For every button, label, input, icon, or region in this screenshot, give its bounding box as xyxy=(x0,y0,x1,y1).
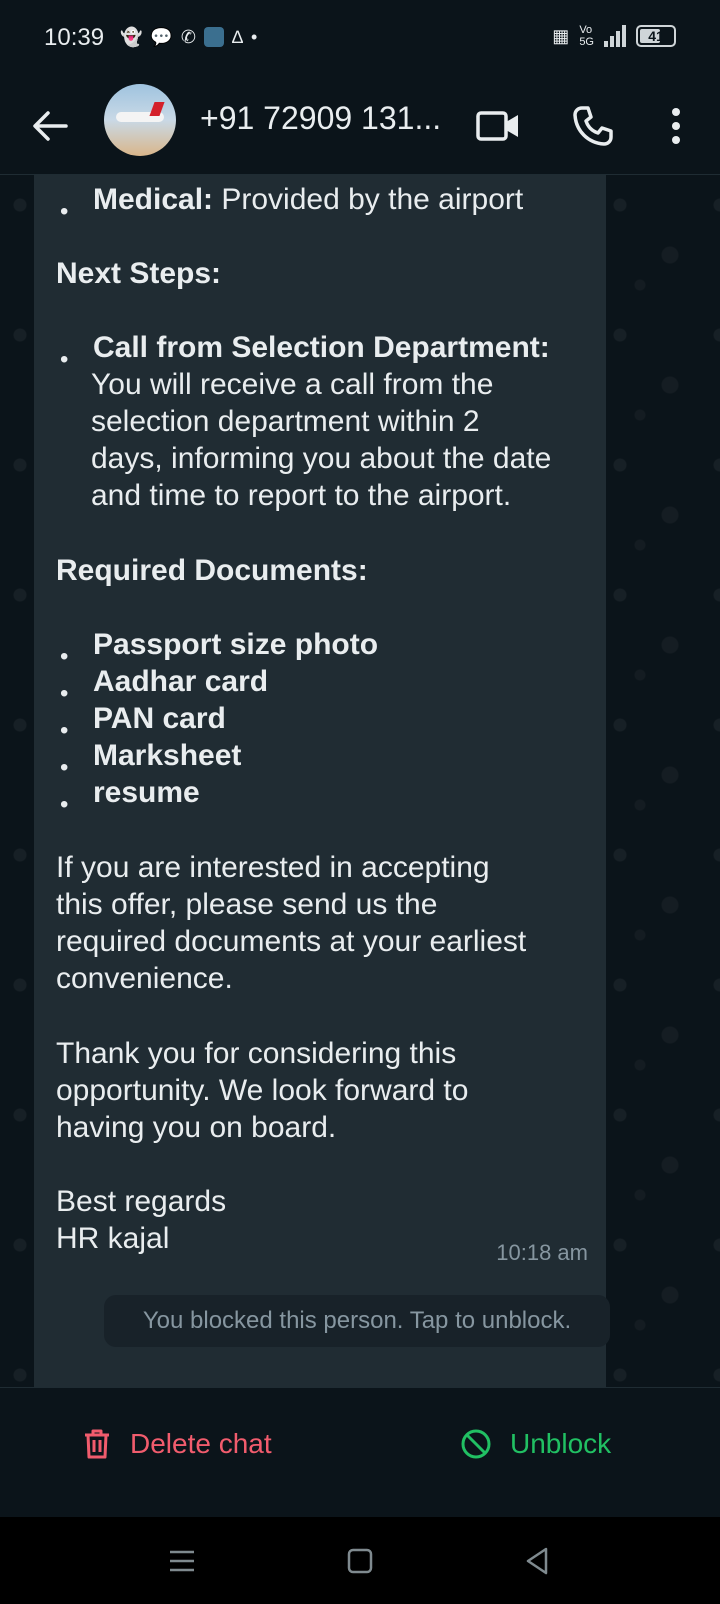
status-bar: 10:39 👻 💬 ✆ ∆ • ▦ Vo 5G 41 xyxy=(0,0,720,80)
block-icon xyxy=(461,1429,491,1459)
vibrate-icon: ▦ xyxy=(552,25,570,46)
list-item: Medical: Provided by the airport xyxy=(93,183,524,216)
unblock-button[interactable]: Unblock xyxy=(460,1428,611,1460)
contact-name[interactable]: +91 72909 131... xyxy=(200,100,441,137)
status-right: ▦ Vo 5G 41 xyxy=(552,24,676,48)
list-item: Passport size photo xyxy=(93,628,379,661)
whatsapp-icon: ✆ xyxy=(180,27,196,47)
volte-label: Vo 5G xyxy=(579,24,594,48)
text-line: opportunity. We look forward to xyxy=(56,1074,469,1107)
list-item: PAN card xyxy=(93,702,226,735)
trash-icon xyxy=(85,1429,109,1459)
back-arrow-icon[interactable] xyxy=(28,104,72,148)
signal-app-icon: ∆ xyxy=(231,27,243,47)
section-heading: Next Steps: xyxy=(56,257,222,290)
delete-chat-button[interactable]: Delete chat xyxy=(82,1428,272,1460)
dot-icon: • xyxy=(250,27,258,47)
blocked-notice[interactable]: You blocked this person. Tap to unblock. xyxy=(104,1295,610,1347)
avatar[interactable] xyxy=(104,84,176,156)
text-line: HR kajal xyxy=(56,1222,170,1255)
notification-icons: 👻 💬 ✆ ∆ • xyxy=(120,26,257,48)
bullet: • xyxy=(60,643,69,670)
bullet: • xyxy=(60,346,69,373)
section-heading: Required Documents: xyxy=(56,554,368,587)
blocked-actions-bar: Delete chat Unblock xyxy=(0,1387,720,1518)
signal-icon xyxy=(604,25,626,47)
bullet: • xyxy=(60,791,69,818)
snapchat-icon: 👻 xyxy=(120,27,143,47)
text-line: selection department within 2 xyxy=(91,405,480,438)
list-item: Aadhar card xyxy=(93,665,269,698)
voice-call-icon[interactable] xyxy=(568,102,616,150)
text-line: having you on board. xyxy=(56,1111,337,1144)
bullet: • xyxy=(60,680,69,707)
list-item: Marksheet xyxy=(93,739,242,772)
text-line: this offer, please send us the xyxy=(56,888,438,921)
unblock-label: Unblock xyxy=(510,1428,612,1459)
chat-header: +91 72909 131... xyxy=(0,80,720,175)
recent-apps-icon[interactable] xyxy=(164,1543,200,1579)
text-line: required documents at your earliest xyxy=(56,925,527,958)
text-line: days, informing you about the date xyxy=(91,442,552,475)
bullet: • xyxy=(60,754,69,781)
back-nav-icon[interactable] xyxy=(520,1543,556,1579)
message-timestamp: 10:18 am xyxy=(496,1240,588,1265)
battery-icon: 41 xyxy=(636,25,676,47)
system-nav-bar xyxy=(0,1517,720,1604)
bullet: • xyxy=(60,717,69,744)
app-icon xyxy=(203,27,224,47)
text-line: and time to report to the airport. xyxy=(91,479,512,512)
text-line: You will receive a call from the xyxy=(91,368,494,401)
text-line: Best regards xyxy=(56,1185,227,1218)
message-bubble[interactable]: • Medical: Provided by the airport Next … xyxy=(34,175,606,1387)
home-icon[interactable] xyxy=(342,1543,378,1579)
text-line: If you are interested in accepting xyxy=(56,851,490,884)
chat-area[interactable]: • Medical: Provided by the airport Next … xyxy=(0,175,720,1387)
list-item: resume xyxy=(93,776,200,809)
text-line: Thank you for considering this xyxy=(56,1037,457,1070)
bullet: • xyxy=(60,198,69,225)
more-options-icon[interactable] xyxy=(652,102,700,150)
status-time: 10:39 xyxy=(44,24,105,51)
video-call-icon[interactable] xyxy=(474,102,522,150)
chat-bubble-icon: 💬 xyxy=(150,27,173,47)
text-line: convenience. xyxy=(56,962,233,995)
list-item: Call from Selection Department: xyxy=(93,331,550,364)
delete-chat-label: Delete chat xyxy=(130,1428,272,1459)
